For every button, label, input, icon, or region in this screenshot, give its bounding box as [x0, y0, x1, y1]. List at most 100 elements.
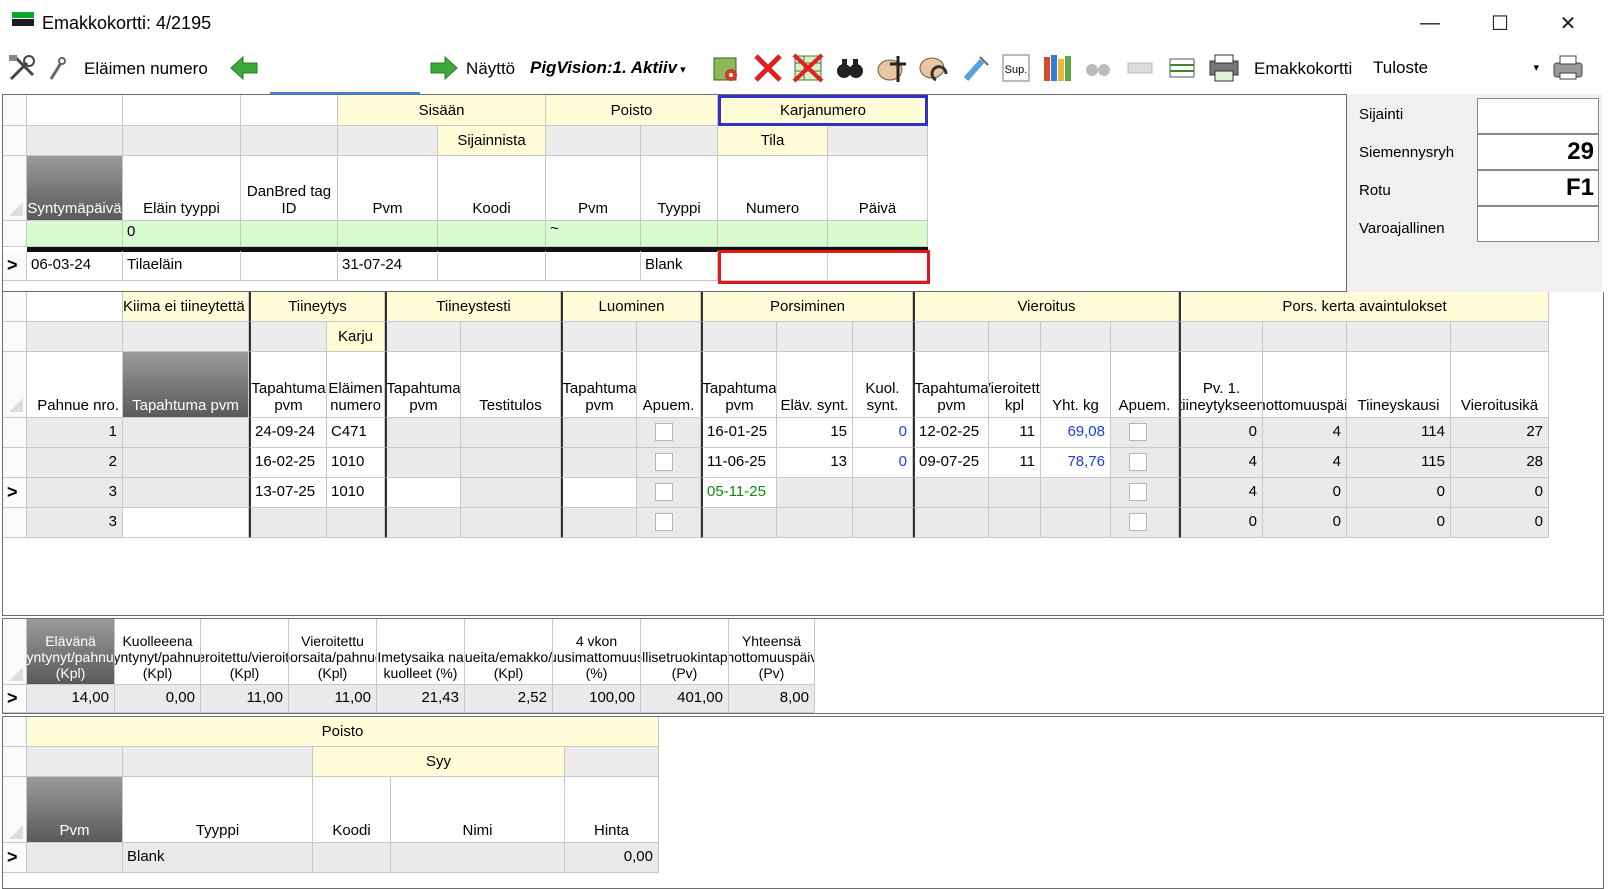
- summary-header-4[interactable]: Vieroitettu porsaita/pahnue (Kpl): [289, 619, 377, 685]
- cell-tiineyskausi[interactable]: 114: [1347, 418, 1451, 448]
- col-header-removal-koodi[interactable]: Koodi: [313, 777, 391, 843]
- col-header-vieroitusika[interactable]: Vieroitusikä: [1451, 352, 1549, 418]
- col-header-elain-tyyppi[interactable]: Eläin tyyppi: [123, 156, 241, 221]
- cell-danbred[interactable]: [241, 251, 338, 281]
- cell-lu-apuem[interactable]: [637, 448, 701, 478]
- summary-value-7[interactable]: 100,00: [553, 685, 641, 713]
- cell-ti-pvm[interactable]: 24-09-24: [249, 418, 327, 448]
- cell-karju[interactable]: [327, 508, 385, 538]
- cell-koodi[interactable]: [438, 251, 546, 281]
- col-header-elaimen-numero[interactable]: Eläimen numero: [327, 352, 385, 418]
- cell-pahnue[interactable]: 3: [27, 508, 123, 538]
- col-header-removal-hinta[interactable]: Hinta: [565, 777, 659, 843]
- cell-vieroitusika[interactable]: 28: [1451, 448, 1549, 478]
- col-header-vi-apuem[interactable]: Apuem.: [1111, 352, 1179, 418]
- cell-pv1[interactable]: 0: [1179, 418, 1263, 448]
- cell-vieroitusika[interactable]: 0: [1451, 508, 1549, 538]
- cell-kuol[interactable]: [853, 508, 913, 538]
- table-icon[interactable]: [1166, 52, 1198, 84]
- checkbox[interactable]: [1129, 483, 1147, 501]
- cell-removal-nimi[interactable]: [391, 843, 565, 873]
- filter-paiva[interactable]: [828, 221, 928, 247]
- checkbox[interactable]: [1129, 453, 1147, 471]
- col-header-syntymapaiva[interactable]: Syntymäpäivä: [27, 156, 123, 221]
- gear-settings-icon[interactable]: [710, 52, 742, 84]
- col-header-removal-nimi[interactable]: Nimi: [391, 777, 565, 843]
- col-header-koodi[interactable]: Koodi: [438, 156, 546, 221]
- col-header-tt-pvm[interactable]: Tapahtuma pvm: [385, 352, 461, 418]
- cell-ti-pvm[interactable]: 16-02-25: [249, 448, 327, 478]
- summary-header-5[interactable]: Imetysaika na kuolleet (%): [377, 619, 465, 685]
- delete-icon[interactable]: [752, 52, 784, 84]
- binoculars-icon[interactable]: [834, 52, 866, 84]
- col-header-poisto-pvm[interactable]: Pvm: [546, 156, 641, 221]
- col-header-lu-apuem[interactable]: Apuem.: [637, 352, 701, 418]
- cell-tiineyskausi[interactable]: 0: [1347, 508, 1451, 538]
- cell-removal-tyyppi[interactable]: Blank: [123, 843, 313, 873]
- siemennysryh-field[interactable]: 29: [1477, 134, 1599, 170]
- syringe-icon[interactable]: [960, 52, 992, 84]
- cell-elav[interactable]: [777, 508, 853, 538]
- cell-vieroitusika[interactable]: 0: [1451, 478, 1549, 508]
- col-header-tiineyskausi[interactable]: Tiineyskausi: [1347, 352, 1451, 418]
- cell-karju[interactable]: 1010: [327, 478, 385, 508]
- col-header-pahnue[interactable]: Pahnue nro.: [27, 352, 123, 418]
- col-header-pvm[interactable]: Pvm: [338, 156, 438, 221]
- cell-vi-kpl[interactable]: [989, 478, 1041, 508]
- summary-header-9[interactable]: Yhteensä tehottomuuspäiviä (Pv): [729, 619, 815, 685]
- filter-koodi[interactable]: [438, 221, 546, 247]
- col-header-yht[interactable]: Yht. kg: [1041, 352, 1111, 418]
- cell-poisto-pvm[interactable]: [546, 251, 641, 281]
- close-button[interactable]: ✕: [1538, 8, 1598, 38]
- summary-value-4[interactable]: 11,00: [289, 685, 377, 713]
- col-header-ti-pvm[interactable]: Tapahtuma pvm: [249, 352, 327, 418]
- cell-kuol[interactable]: [853, 478, 913, 508]
- cell-lu-pvm[interactable]: [561, 508, 637, 538]
- cell-removal-pvm[interactable]: [27, 843, 123, 873]
- cell-vi-pvm[interactable]: [913, 508, 989, 538]
- cell-removal-koodi[interactable]: [313, 843, 391, 873]
- col-header-testitulos[interactable]: Testitulos: [461, 352, 561, 418]
- cell-vi-pvm[interactable]: 12-02-25: [913, 418, 989, 448]
- cell-yht[interactable]: 69,08: [1041, 418, 1111, 448]
- cell-pvm[interactable]: 31-07-24: [338, 251, 438, 281]
- summary-value-8[interactable]: 401,00: [641, 685, 729, 713]
- cell-vi-kpl[interactable]: 11: [989, 448, 1041, 478]
- summary-value-1[interactable]: 14,00: [27, 685, 115, 713]
- summary-value-9[interactable]: 8,00: [729, 685, 815, 713]
- pig-refresh-icon[interactable]: [918, 52, 950, 84]
- cell-tt-pvm[interactable]: [385, 508, 461, 538]
- cell-tapahtuma[interactable]: [123, 508, 249, 538]
- cell-kuol[interactable]: 0: [853, 418, 913, 448]
- cell-pv1[interactable]: 4: [1179, 478, 1263, 508]
- filter-tyyppi[interactable]: [641, 221, 718, 247]
- cell-testitulos[interactable]: [461, 478, 561, 508]
- cell-elav[interactable]: [777, 478, 853, 508]
- cell-vi-apuem[interactable]: [1111, 508, 1179, 538]
- maximize-button[interactable]: ☐: [1470, 8, 1530, 38]
- cell-vieroitusika[interactable]: 27: [1451, 418, 1549, 448]
- checkbox[interactable]: [1129, 513, 1147, 531]
- filter-numero[interactable]: [718, 221, 828, 247]
- cell-pahnue[interactable]: 2: [27, 448, 123, 478]
- cell-tyyppi[interactable]: Blank: [641, 251, 718, 281]
- cell-lu-apuem[interactable]: [637, 418, 701, 448]
- col-header-vi-pvm[interactable]: Tapahtuma pvm: [913, 352, 989, 418]
- tools-icon[interactable]: [6, 52, 38, 84]
- cell-tiineyskausi[interactable]: 115: [1347, 448, 1451, 478]
- cell-karju[interactable]: C471: [327, 418, 385, 448]
- sijainti-field[interactable]: [1477, 98, 1599, 134]
- cell-tiineyskausi[interactable]: 0: [1347, 478, 1451, 508]
- minimize-button[interactable]: —: [1400, 8, 1460, 38]
- cell-vi-pvm[interactable]: 09-07-25: [913, 448, 989, 478]
- checkbox[interactable]: [655, 513, 673, 531]
- cell-tt-pvm[interactable]: [385, 478, 461, 508]
- checkbox[interactable]: [655, 453, 673, 471]
- printer-icon[interactable]: [1552, 52, 1584, 84]
- cell-lu-pvm[interactable]: [561, 418, 637, 448]
- cell-tehotto[interactable]: 4: [1263, 418, 1347, 448]
- filter-elain-tyyppi[interactable]: 0: [123, 221, 241, 247]
- arrow-right-icon[interactable]: [428, 52, 460, 84]
- checkbox[interactable]: [655, 423, 673, 441]
- cell-karju[interactable]: 1010: [327, 448, 385, 478]
